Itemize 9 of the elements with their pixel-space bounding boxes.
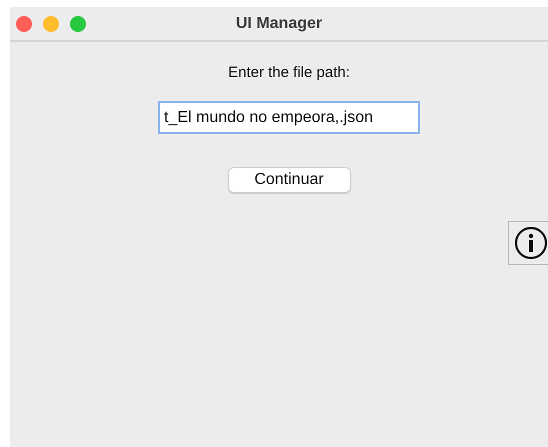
info-icon bbox=[514, 226, 548, 260]
continue-button[interactable]: Continuar bbox=[228, 167, 350, 193]
maximize-button[interactable] bbox=[70, 16, 86, 32]
info-button[interactable] bbox=[508, 221, 548, 265]
close-button[interactable] bbox=[16, 16, 32, 32]
minimize-button[interactable] bbox=[43, 16, 59, 32]
window-title: UI Manager bbox=[236, 14, 322, 32]
prompt-label: Enter the file path: bbox=[228, 64, 350, 81]
path-field[interactable]: t_El mundo no empeora,.json bbox=[158, 101, 420, 134]
